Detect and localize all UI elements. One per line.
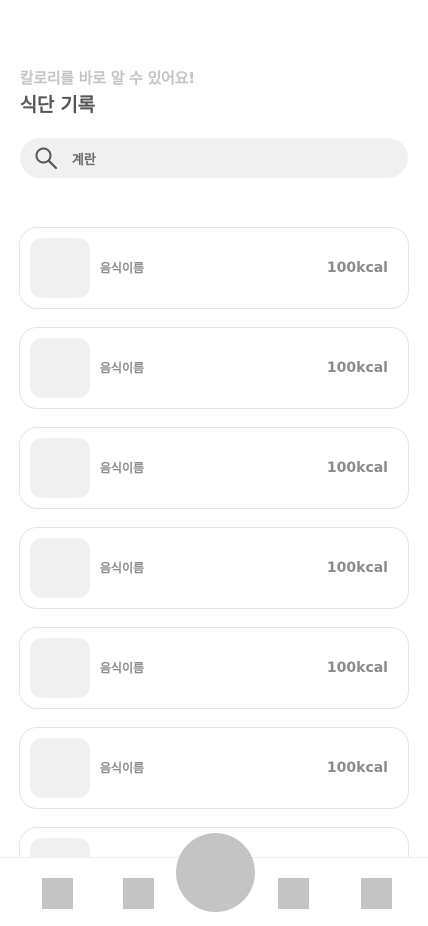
food-name: 음식이름 [100, 761, 145, 775]
bottom-navigation [0, 833, 428, 926]
food-card[interactable]: 음식이름 100kcal [19, 227, 409, 309]
page-subtitle: 칼로리를 바로 알 수 있어요! [20, 69, 195, 87]
food-thumbnail [30, 238, 90, 298]
page-header: 칼로리를 바로 알 수 있어요! 식단 기록 [20, 68, 195, 117]
search-input[interactable]: 계란 [72, 149, 96, 168]
food-thumbnail [30, 738, 90, 798]
food-card[interactable]: 음식이름 100kcal [19, 427, 409, 509]
food-card[interactable]: 음식이름 100kcal [19, 527, 409, 609]
nav-item-1[interactable] [42, 878, 73, 909]
nav-item-2[interactable] [123, 878, 154, 909]
nav-item-3[interactable] [278, 878, 309, 909]
food-calories: 100kcal [326, 460, 388, 476]
food-name: 음식이름 [100, 261, 145, 275]
food-calories: 100kcal [326, 360, 388, 376]
food-card[interactable]: 음식이름 100kcal [19, 627, 409, 709]
nav-item-4[interactable] [361, 878, 392, 909]
food-calories: 100kcal [326, 660, 388, 676]
food-name: 음식이름 [100, 561, 145, 575]
food-name: 음식이름 [100, 661, 145, 675]
food-calories: 100kcal [326, 760, 388, 776]
food-thumbnail [30, 638, 90, 698]
food-calories: 100kcal [326, 260, 388, 276]
food-name: 음식이름 [100, 461, 145, 475]
search-bar[interactable]: 계란 [20, 138, 408, 178]
food-name: 음식이름 [100, 361, 145, 375]
food-card[interactable]: 음식이름 100kcal [19, 727, 409, 809]
search-icon[interactable] [34, 146, 58, 170]
page-title: 식단 기록 [20, 94, 96, 116]
food-thumbnail [30, 338, 90, 398]
food-card[interactable]: 음식이름 100kcal [19, 327, 409, 409]
food-thumbnail [30, 438, 90, 498]
food-calories: 100kcal [326, 560, 388, 576]
food-thumbnail [30, 538, 90, 598]
nav-center-button[interactable] [176, 833, 255, 912]
food-list: 음식이름 100kcal 음식이름 100kcal 음식이름 100kcal 음… [19, 227, 409, 926]
